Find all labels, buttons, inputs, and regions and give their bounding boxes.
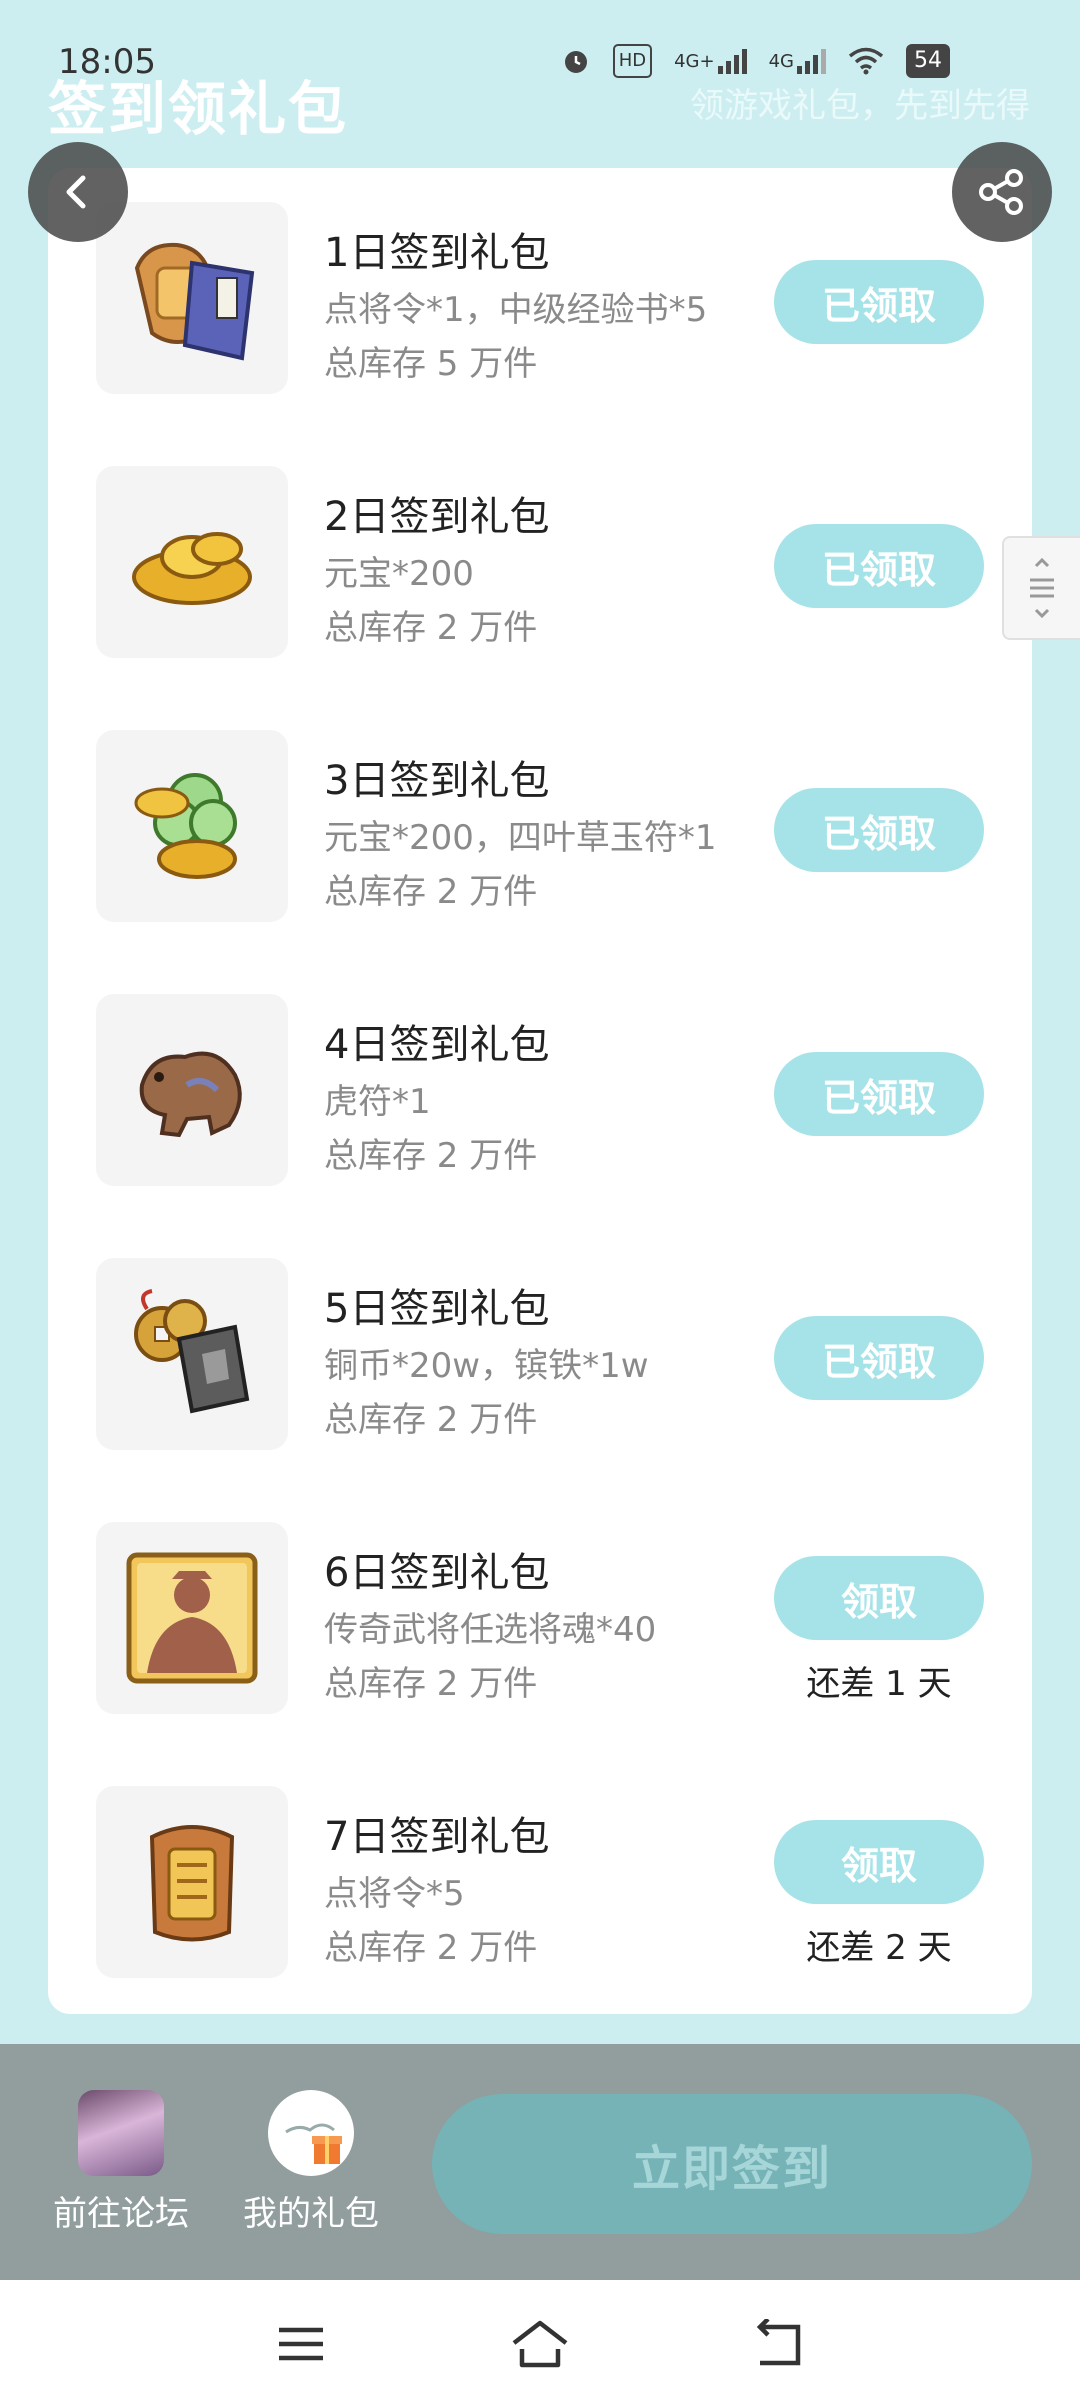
gift-stock: 总库存 2 万件: [324, 1136, 538, 1176]
checkin-now-button[interactable]: 立即签到: [432, 2094, 1032, 2234]
sim1-label: 4G+: [674, 50, 715, 72]
gift-row-day2: 2日签到礼包 元宝*200 总库存 2 万件 已领取: [48, 434, 1032, 658]
days-remaining: 还差 2 天: [806, 1928, 952, 1968]
gift-stock: 总库存 2 万件: [324, 872, 538, 912]
menu-icon: [279, 2327, 323, 2361]
gift-title: 1日签到礼包: [324, 230, 550, 276]
forum-avatar-icon: [78, 2090, 164, 2176]
token-and-book-icon: [96, 202, 288, 394]
coins-and-iron-icon: [96, 1258, 288, 1450]
gift-title: 4日签到礼包: [324, 1022, 550, 1068]
gift-stock: 总库存 2 万件: [324, 608, 538, 648]
signal-2-icon: 4G: [769, 44, 826, 78]
gift-desc: 铜币*20w，镔铁*1w: [324, 1346, 649, 1386]
wifi-icon: [848, 44, 884, 78]
gift-stock: 总库存 5 万件: [324, 344, 538, 384]
gift-desc: 传奇武将任选将魂*40: [324, 1610, 657, 1650]
days-remaining: 还差 1 天: [806, 1664, 952, 1704]
gift-title: 3日签到礼包: [324, 758, 550, 804]
status-icons: HD 4G+ 4G 54: [561, 44, 950, 78]
gift-row-day7: 7日签到礼包 点将令*5 总库存 2 万件 领取 还差 2 天: [48, 1754, 1032, 1978]
hd-badge: HD: [612, 44, 653, 78]
system-nav-bar: [0, 2280, 1080, 2408]
gift-title: 6日签到礼包: [324, 1550, 550, 1596]
gift-title: 2日签到礼包: [324, 494, 550, 540]
gift-title: 5日签到礼包: [324, 1286, 550, 1332]
command-token-icon: [96, 1786, 288, 1978]
home-icon: [512, 2320, 568, 2368]
gift-desc: 点将令*5: [324, 1874, 465, 1914]
my-gifts-entry[interactable]: 我的礼包: [226, 2090, 396, 2235]
gift-desc: 元宝*200，四叶草玉符*1: [324, 818, 717, 858]
gift-row-day1: 1日签到礼包 点将令*1，中级经验书*5 总库存 5 万件 已领取: [48, 170, 1032, 394]
my-gifts-label: 我的礼包: [243, 2194, 379, 2234]
claimed-button[interactable]: 已领取: [774, 524, 984, 608]
gift-stock: 总库存 2 万件: [324, 1928, 538, 1968]
gift-desc: 元宝*200: [324, 554, 474, 594]
sim2-label: 4G: [768, 50, 794, 72]
home-nav-button[interactable]: [505, 2312, 575, 2376]
menu-nav-button[interactable]: [266, 2312, 336, 2376]
back-arrow-icon: [756, 2319, 801, 2366]
claimed-button[interactable]: 已领取: [774, 788, 984, 872]
general-soul-card-icon: [96, 1522, 288, 1714]
gift-desc: 点将令*1，中级经验书*5: [324, 290, 708, 330]
alarm-icon: [561, 44, 591, 78]
claim-button[interactable]: 领取: [774, 1820, 984, 1904]
ingot-clover-jade-icon: [96, 730, 288, 922]
drag-handle-icon: [1030, 558, 1054, 618]
claimed-button[interactable]: 已领取: [774, 1316, 984, 1400]
page-subtitle: 领游戏礼包，先到先得: [690, 86, 1030, 126]
gift-row-day3: 3日签到礼包 元宝*200，四叶草玉符*1 总库存 2 万件 已领取: [48, 698, 1032, 922]
gift-row-day6: 6日签到礼包 传奇武将任选将魂*40 总库存 2 万件 领取 还差 1 天: [48, 1490, 1032, 1714]
gift-stock: 总库存 2 万件: [324, 1400, 538, 1440]
gift-row-day5: 5日签到礼包 铜币*20w，镔铁*1w 总库存 2 万件 已领取: [48, 1226, 1032, 1450]
claim-button[interactable]: 领取: [774, 1556, 984, 1640]
side-drawer-handle[interactable]: [1002, 536, 1080, 640]
bottom-action-bar: 前往论坛 我的礼包 立即签到: [0, 2044, 1080, 2280]
page-title: 签到领礼包: [48, 75, 349, 143]
gift-desc: 虎符*1: [324, 1082, 431, 1122]
gift-row-day4: 4日签到礼包 虎符*1 总库存 2 万件 已领取: [48, 962, 1032, 1186]
chevron-left-icon: [66, 175, 86, 209]
share-icon: [979, 169, 1023, 215]
tiger-tally-icon: [96, 994, 288, 1186]
gift-title: 7日签到礼包: [324, 1814, 550, 1860]
signal-1-icon: 4G+: [674, 44, 747, 78]
share-button[interactable]: [952, 142, 1052, 242]
claimed-button[interactable]: 已领取: [774, 1052, 984, 1136]
forum-label: 前往论坛: [53, 2194, 189, 2234]
back-button[interactable]: [28, 142, 128, 242]
claimed-button[interactable]: 已领取: [774, 260, 984, 344]
battery-indicator: 54: [906, 44, 950, 78]
gift-stock: 总库存 2 万件: [324, 1664, 538, 1704]
gold-ingot-icon: [96, 466, 288, 658]
back-nav-button[interactable]: [745, 2312, 815, 2376]
gift-box-icon: [268, 2090, 354, 2176]
forum-entry[interactable]: 前往论坛: [36, 2090, 206, 2235]
